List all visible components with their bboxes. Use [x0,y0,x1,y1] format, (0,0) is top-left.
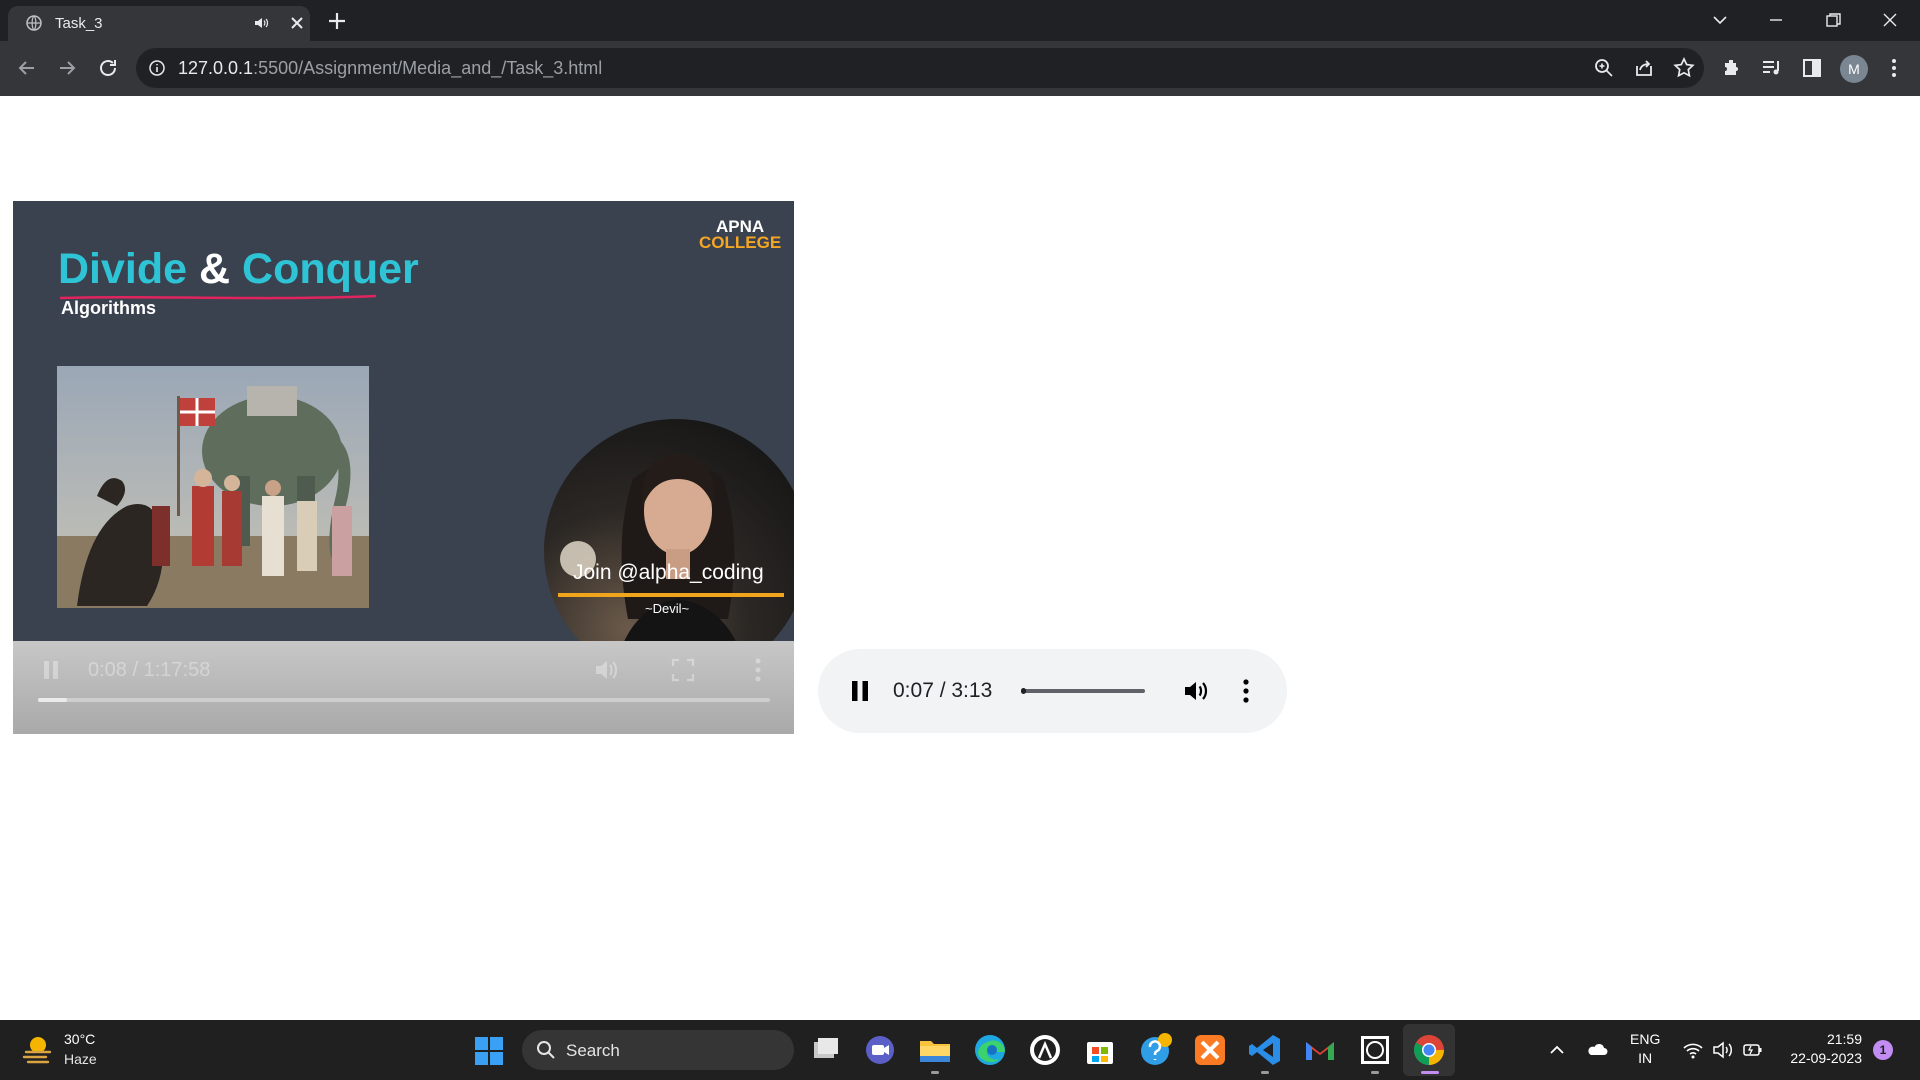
teams-chat-icon[interactable] [862,1032,898,1068]
close-tab-icon[interactable] [288,14,306,32]
site-info-icon[interactable] [148,59,166,77]
video-time-display: 0:08 / 1:17:58 [88,659,211,681]
language-line-1: ENG [1630,1031,1661,1047]
system-clock[interactable]: 21:59 22-09-2023 [1780,1030,1862,1068]
input-language-indicator[interactable]: ENG IN [1630,1030,1660,1068]
edge-browser-icon[interactable] [972,1032,1008,1068]
title-word-conquer: Conquer [242,245,419,293]
audio-time-display: 0:07 / 3:13 [893,679,993,702]
title-ampersand: & [199,245,231,293]
vscode-icon[interactable] [1247,1032,1283,1068]
language-line-2: IN [1638,1050,1653,1066]
volume-icon[interactable] [1712,1039,1734,1061]
forward-arrow-icon[interactable] [55,56,79,80]
extensions-puzzle-icon[interactable] [1720,56,1744,80]
notification-badge[interactable]: 1 [1873,1040,1893,1060]
clock-date: 22-09-2023 [1790,1050,1862,1066]
clock-time: 21:59 [1826,1031,1862,1047]
minimize-icon[interactable] [1764,8,1788,32]
github-app-icon[interactable] [1027,1032,1063,1068]
brand-line-2: COLLEGE [699,233,782,252]
zoom-icon[interactable] [1592,56,1616,80]
historical-painting-image [57,366,369,608]
globe-icon [26,15,42,31]
browser-toolbar: 127.0.0.1:5500/Assignment/Media_and_/Tas… [0,41,1920,96]
video-more-options-icon[interactable] [754,657,762,683]
file-explorer-running-indicator [931,1071,939,1074]
audio-player[interactable]: 0:07 / 3:13 [818,649,1287,733]
join-underline [558,593,784,597]
video-controls-bar[interactable]: 0:08 / 1:17:58 [13,641,794,734]
gmail-icon[interactable] [1302,1032,1338,1068]
video-join-text: Join @alpha_coding [573,561,764,584]
restore-icon[interactable] [1821,8,1845,32]
battery-icon[interactable] [1742,1039,1764,1061]
pdf-reader-running-indicator [1371,1071,1379,1074]
title-word-divide: Divide [58,245,188,293]
taskbar-search-box[interactable]: Search [522,1030,794,1070]
video-volume-icon[interactable] [593,657,619,683]
browser-tab-bar: Task_3 [0,0,1920,41]
weather-haze-icon[interactable] [22,1032,56,1066]
share-icon[interactable] [1632,56,1656,80]
weather-condition: Haze [64,1051,97,1067]
chrome-active-indicator [1421,1071,1439,1074]
audio-progress-track[interactable] [1021,688,1145,694]
reload-icon[interactable] [96,56,120,80]
pdf-reader-icon[interactable] [1357,1032,1393,1068]
audio-more-options-icon[interactable] [1242,678,1250,704]
video-fullscreen-icon[interactable] [670,657,696,683]
menu-kebab-icon[interactable] [1882,56,1906,80]
video-pause-icon[interactable] [41,659,61,681]
bookmark-star-icon[interactable] [1672,56,1696,80]
profile-avatar[interactable]: M [1840,55,1868,83]
speaker-icon[interactable] [253,15,269,31]
windows-start-icon[interactable] [474,1036,504,1066]
tab-title: Task_3 [55,15,103,32]
media-control-icon[interactable] [1760,56,1784,80]
browser-tab[interactable]: Task_3 [8,6,310,41]
show-hidden-icons-chevron-icon[interactable] [1546,1039,1568,1061]
side-panel-icon[interactable] [1800,56,1824,80]
audio-volume-icon[interactable] [1182,678,1210,704]
video-progress-fill [38,698,68,702]
back-arrow-icon[interactable] [15,56,39,80]
chrome-browser-icon[interactable] [1411,1032,1447,1068]
tab-search-chevron-icon[interactable] [1708,8,1732,32]
windows-taskbar: 30°C Haze Search ENG IN 21:59 22-09-2023… [0,1020,1920,1080]
audio-progress-fill [1021,688,1026,694]
url-path: :5500/Assignment/Media_and_/Task_3.html [253,58,603,78]
close-window-icon[interactable] [1878,8,1902,32]
xampp-icon[interactable] [1192,1032,1228,1068]
file-explorer-icon[interactable] [917,1032,953,1068]
onedrive-cloud-icon[interactable] [1586,1039,1608,1061]
search-icon [537,1041,555,1059]
video-progress-track[interactable] [38,698,770,702]
task-view-icon[interactable] [808,1032,844,1068]
address-bar[interactable]: 127.0.0.1:5500/Assignment/Media_and_/Tas… [136,48,1704,88]
vscode-running-indicator [1261,1071,1269,1074]
url-host: 127.0.0.1 [178,58,254,78]
help-app-icon[interactable] [1137,1032,1173,1068]
video-slide-subtitle: Algorithms [61,298,157,318]
video-player[interactable]: APNA COLLEGE Divide & Conquer Algorithms [13,201,794,734]
weather-temperature: 30°C [64,1031,96,1047]
microsoft-store-icon[interactable] [1082,1032,1118,1068]
video-frame[interactable]: APNA COLLEGE Divide & Conquer Algorithms [13,201,794,683]
video-slide-title: Divide & Conquer [58,245,419,294]
video-brand-logo: APNA COLLEGE [699,218,782,252]
video-signature-text: ~Devil~ [645,601,690,616]
search-placeholder: Search [566,1041,620,1060]
url-text[interactable]: 127.0.0.1:5500/Assignment/Media_and_/Tas… [178,58,602,79]
wifi-icon[interactable] [1682,1039,1704,1061]
new-tab-plus-icon[interactable] [326,10,348,32]
audio-pause-icon[interactable] [851,680,869,702]
